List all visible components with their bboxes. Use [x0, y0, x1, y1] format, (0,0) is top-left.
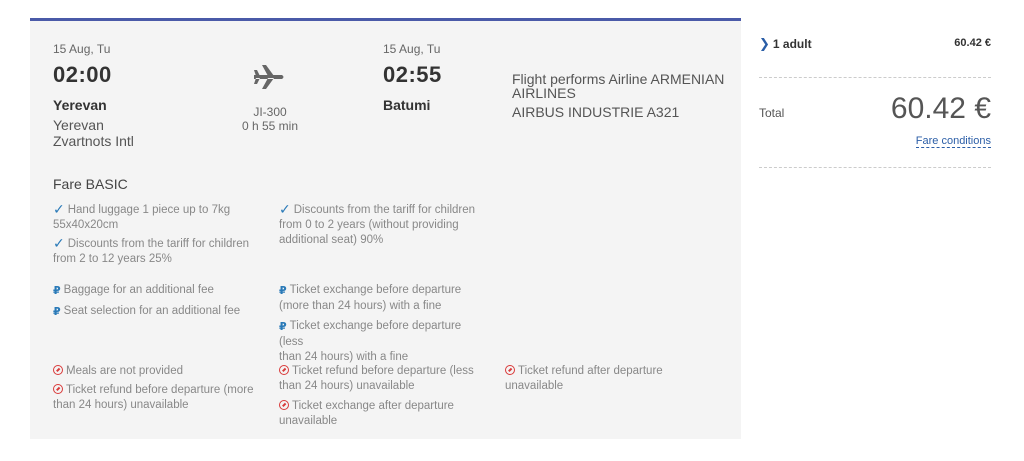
passengers-price: 60.42 € — [954, 37, 991, 49]
flight-card: 15 Aug, Tu 02:00 Yerevan Yerevan Zvartno… — [30, 18, 741, 439]
check-icon: ✓ — [53, 235, 65, 251]
arrival-city: Batumi — [383, 97, 431, 113]
aircraft-type: AIRBUS INDUSTRIE A321 — [512, 104, 680, 120]
arrival-time: 02:55 — [383, 62, 442, 87]
ruble-icon: ₽ — [53, 306, 61, 318]
fare-condition-seat-selection: ₽ Seat selection for an additional fee — [53, 305, 241, 318]
fare-conditions-wrapper: Fare conditions — [850, 131, 991, 149]
departure-date: 15 Aug, Tu — [53, 42, 111, 56]
total-label: Total — [759, 106, 785, 120]
prohibited-icon — [279, 365, 289, 375]
fare-condition-child-discount: ✓ Discounts from the tariff for children … — [53, 235, 250, 266]
fare-condition-baggage: ₽ Baggage for an additional fee — [53, 284, 214, 297]
departure-city: Yerevan — [53, 97, 107, 113]
ruble-icon: ₽ — [279, 321, 287, 333]
fare-title: Fare BASIC — [53, 176, 128, 192]
departure-airport-line1: Yerevan — [53, 117, 104, 133]
total-price: 60.42 € — [890, 92, 991, 125]
passengers-label: 1 adult — [772, 37, 812, 51]
chevron-right-icon: ❯ — [759, 36, 770, 51]
ruble-icon: ₽ — [279, 285, 287, 297]
check-icon: ✓ — [279, 201, 291, 217]
ruble-icon: ₽ — [53, 285, 61, 297]
fare-condition-refund-more-24h: Ticket refund before departure (more tha… — [53, 384, 254, 411]
prohibited-icon — [505, 365, 515, 375]
fare-condition-exchange-more-24h: ₽ Ticket exchange before departure (more … — [279, 284, 462, 312]
prohibited-icon — [279, 400, 289, 410]
flight-duration: 0 h 55 min — [241, 119, 299, 133]
departure-time: 02:00 — [53, 62, 112, 87]
prohibited-icon — [53, 365, 63, 375]
check-icon: ✓ — [53, 201, 65, 217]
divider — [759, 167, 991, 168]
fare-condition-exchange-less-24h: ₽ Ticket exchange before departure (less … — [279, 320, 462, 363]
fare-condition-refund-after: Ticket refund after departure unavailabl… — [505, 365, 663, 392]
fare-condition-exchange-after: Ticket exchange after departure unavaila… — [279, 400, 454, 427]
divider — [759, 77, 991, 78]
fare-condition-hand-luggage: ✓ Hand luggage 1 piece up to 7kg 55x40x20… — [53, 201, 231, 232]
passengers-toggle[interactable]: ❯ 1 adult — [759, 36, 812, 52]
departure-airport-line2: Zvartnots Intl — [53, 133, 134, 149]
arrival-date: 15 Aug, Tu — [383, 42, 441, 56]
fare-conditions-link[interactable]: Fare conditions — [915, 135, 991, 148]
flight-number: JI-300 — [253, 105, 287, 119]
prohibited-icon — [53, 384, 63, 394]
fare-condition-refund-less-24h: Ticket refund before departure (less tha… — [279, 365, 474, 392]
fare-condition-meals: Meals are not provided — [53, 364, 258, 379]
fare-condition-infant-discount: ✓ Discounts from the tariff for children … — [279, 201, 476, 247]
plane-icon — [252, 61, 286, 93]
operator-line2: AIRLINES — [512, 85, 576, 101]
